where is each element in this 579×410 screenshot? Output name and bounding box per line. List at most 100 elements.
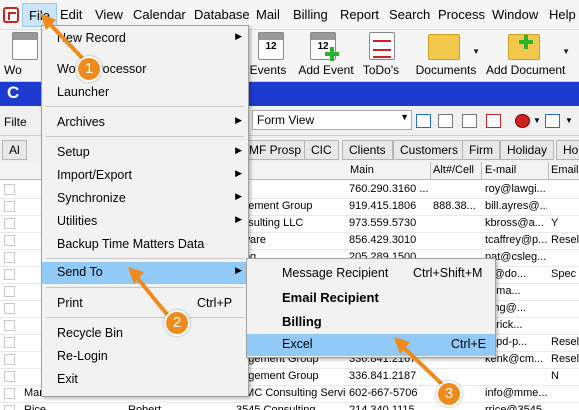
word-processor-button[interactable]: Wo xyxy=(0,30,38,82)
table-cell: 760.290.3160 ... xyxy=(349,183,429,195)
row-checkbox[interactable] xyxy=(4,388,15,399)
row-checkbox[interactable] xyxy=(4,354,15,365)
table-cell: 856.429.3010 xyxy=(349,234,417,246)
send-to-billing[interactable]: Billing xyxy=(247,311,495,333)
tab-holiday[interactable]: Holiday xyxy=(500,140,555,160)
table-add-icon[interactable] xyxy=(438,114,453,128)
tab-cic[interactable]: CIC xyxy=(304,140,339,160)
submenu-arrow-icon: ▶ xyxy=(235,115,242,125)
table-cell: Resel xyxy=(551,234,579,246)
send-to-message-recipient[interactable]: Message Recipient Ctrl+Shift+M xyxy=(247,263,495,285)
menu-file[interactable]: File xyxy=(22,3,57,27)
checklist-dropdown-icon[interactable]: ▼ xyxy=(565,116,573,125)
file-menu-backup[interactable]: Backup Time Matters Data xyxy=(42,234,248,256)
table-cell: 214 340 1115 xyxy=(349,404,415,410)
row-checkbox[interactable] xyxy=(4,405,15,410)
file-menu-setup[interactable]: Setup ▶ xyxy=(42,142,248,164)
view-select-value: Form View xyxy=(257,113,315,127)
todos-button[interactable]: ToDo's xyxy=(360,30,402,82)
row-checkbox[interactable] xyxy=(4,184,15,195)
file-menu-new-record[interactable]: New Record ▶ xyxy=(42,28,248,50)
callout-badge-3: 3 xyxy=(436,381,462,407)
table-cell: 3545 Consulting xyxy=(236,404,316,410)
menu-edit[interactable]: Edit xyxy=(60,7,82,22)
menu-mail[interactable]: Mail xyxy=(256,7,280,22)
row-checkbox[interactable] xyxy=(4,303,15,314)
file-menu-launcher[interactable]: Launcher xyxy=(42,82,248,104)
chevron-down-icon: ▼ xyxy=(400,112,409,122)
row-checkbox[interactable] xyxy=(4,286,15,297)
row-checkbox[interactable] xyxy=(4,337,15,348)
bug-icon[interactable] xyxy=(515,114,530,128)
row-checkbox[interactable] xyxy=(4,320,15,331)
tab-mf-prosp[interactable]: MF Prosp xyxy=(242,140,309,160)
todos-label: ToDo's xyxy=(362,63,400,77)
table-row[interactable]: Rice Robert 3545 Consulting 214 340 1115 rri… xyxy=(0,401,579,410)
file-menu-utilities[interactable]: Utilities ▶ xyxy=(42,211,248,233)
checkmark-icon[interactable] xyxy=(416,114,431,128)
word-processor-label: Wo xyxy=(4,63,22,77)
file-menu-exit[interactable]: Exit xyxy=(42,369,248,391)
table-cell: 888.38... xyxy=(433,200,476,212)
table-edit-icon[interactable] xyxy=(462,114,477,128)
table-cell: 602-667-5706 xyxy=(349,387,418,399)
menu-search[interactable]: Search xyxy=(389,7,430,22)
documents-dropdown-icon[interactable]: ▼ xyxy=(472,47,480,56)
file-menu-relogin[interactable]: Re-Login xyxy=(42,346,248,368)
folder-icon xyxy=(428,34,460,60)
file-menu-print[interactable]: Print Ctrl+P xyxy=(42,293,248,315)
events-button[interactable]: 12 Events xyxy=(246,30,290,82)
table-cell: 336.841.2187 xyxy=(349,370,417,382)
add-event-button[interactable]: 12 Add Event xyxy=(296,30,356,82)
tab-all[interactable]: Al xyxy=(2,140,27,160)
column-email-2[interactable]: Email xyxy=(551,164,579,176)
send-to-email-recipient[interactable]: Email Recipient xyxy=(247,287,495,309)
send-to-excel[interactable]: Excel Ctrl+E xyxy=(247,334,495,356)
table-cell: info@mme... xyxy=(485,387,547,399)
file-menu-synchronize[interactable]: Synchronize ▶ xyxy=(42,188,248,210)
menu-help[interactable]: Help xyxy=(549,7,576,22)
table-cell: Y xyxy=(551,217,559,229)
documents-button[interactable]: ▼ Documents xyxy=(410,30,482,82)
bug-dropdown-icon[interactable]: ▼ xyxy=(533,116,541,125)
column-email[interactable]: E-mail xyxy=(485,164,516,176)
table-cell: MMC Consulting Services, ... xyxy=(236,387,346,399)
tab-hol[interactable]: Hol xyxy=(556,140,579,160)
submenu-arrow-icon: ▶ xyxy=(235,191,242,201)
view-select[interactable]: Form View ▼ xyxy=(252,110,412,130)
table-delete-icon[interactable] xyxy=(486,114,501,128)
file-menu-send-to[interactable]: Send To ▶ xyxy=(42,262,248,284)
todo-list-icon xyxy=(369,32,395,60)
table-cell: onsulting LLC xyxy=(236,217,304,229)
row-checkbox[interactable] xyxy=(4,235,15,246)
submenu-arrow-icon: ▶ xyxy=(235,168,242,178)
menu-billing[interactable]: Billing xyxy=(293,7,328,22)
app-icon[interactable] xyxy=(3,7,19,23)
column-main[interactable]: Main xyxy=(350,164,374,176)
file-menu-archives[interactable]: Archives ▶ xyxy=(42,112,248,134)
menu-window[interactable]: Window xyxy=(492,7,538,22)
file-menu-import-export[interactable]: Import/Export ▶ xyxy=(42,165,248,187)
column-alt-cell[interactable]: Alt#/Cell xyxy=(433,164,474,176)
row-checkbox[interactable] xyxy=(4,218,15,229)
menu-process[interactable]: Process xyxy=(438,7,485,22)
tab-clients[interactable]: Clients xyxy=(342,140,393,160)
add-event-label: Add Event xyxy=(298,63,354,77)
row-checkbox[interactable] xyxy=(4,269,15,280)
checklist-icon[interactable] xyxy=(545,114,560,128)
table-cell: kbross@a... xyxy=(485,217,544,229)
row-checkbox[interactable] xyxy=(4,252,15,263)
row-checkbox[interactable] xyxy=(4,201,15,212)
tab-customers[interactable]: Customers xyxy=(393,140,466,160)
table-cell: N xyxy=(551,370,559,382)
tab-firm[interactable]: Firm xyxy=(462,140,500,160)
row-checkbox[interactable] xyxy=(4,371,15,382)
menu-calendar[interactable]: Calendar xyxy=(133,7,186,22)
menu-report[interactable]: Report xyxy=(340,7,379,22)
file-menu-word-processor[interactable]: Word Processor xyxy=(42,59,248,81)
add-document-dropdown-icon[interactable]: ▼ xyxy=(562,47,570,56)
menu-database[interactable]: Database xyxy=(194,7,250,22)
menu-view[interactable]: View xyxy=(95,7,123,22)
add-document-button[interactable]: ▼ Add Document xyxy=(486,30,570,82)
file-menu-recycle-bin[interactable]: Recycle Bin xyxy=(42,323,248,345)
